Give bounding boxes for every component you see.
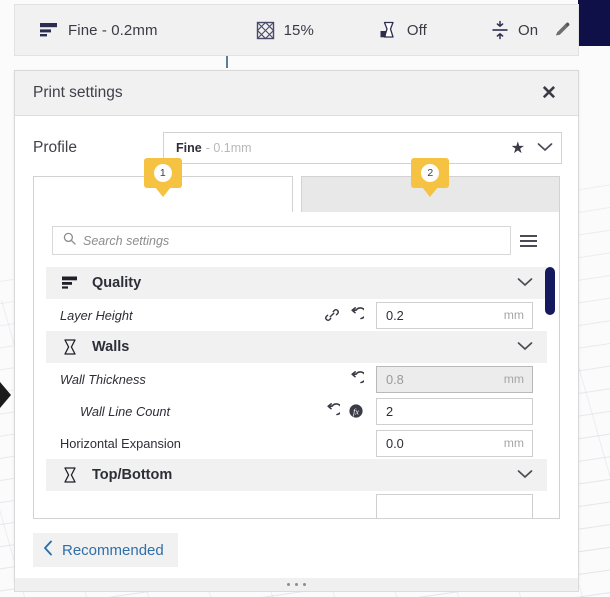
link-icon[interactable]: [324, 307, 340, 323]
setting-horizontal-expansion: Horizontal Expansion 0.0 mm: [46, 427, 547, 459]
resize-dot: [295, 583, 298, 586]
revert-icon[interactable]: [348, 371, 364, 387]
edit-settings-button[interactable]: [546, 5, 578, 55]
page-title: Print settings: [33, 84, 123, 101]
profile-value-sub: - 0.1mm: [205, 141, 252, 155]
setting-value: 0.2: [386, 307, 404, 323]
setting-label: Wall Line Count: [80, 403, 171, 419]
toolbar-label-infill: 15%: [283, 21, 314, 39]
setting-value: 2: [386, 403, 394, 419]
setting-value-input[interactable]: 0.2 mm: [376, 301, 533, 329]
tab-badge-pin: 2: [411, 158, 450, 188]
section-top-bottom[interactable]: Top/Bottom: [46, 459, 547, 491]
section-title: Quality: [92, 275, 142, 291]
setting-row-icons: fx: [324, 403, 364, 419]
profile-label: Profile: [33, 139, 77, 156]
tab-custom[interactable]: 1: [33, 158, 293, 212]
section-title: Walls: [92, 339, 130, 355]
settings-tabs: 12: [15, 158, 578, 212]
collapse-left-arrow-icon[interactable]: [0, 382, 11, 408]
recommended-button[interactable]: Recommended: [33, 533, 178, 567]
setting-value-input: 0.8 mm: [376, 365, 533, 393]
panel-footer: Recommended: [15, 519, 578, 581]
section-quality[interactable]: Quality: [46, 267, 547, 299]
setting-unit: mm: [503, 372, 524, 386]
viewport-corner-block: [578, 0, 610, 46]
settings-scrollbar[interactable]: [545, 267, 555, 518]
setting-label: Wall Thickness: [60, 371, 146, 387]
profile-value-name: Fine: [176, 141, 202, 155]
setting-label: Layer Height: [60, 307, 133, 323]
search-placeholder: Search settings: [83, 233, 170, 248]
infill-icon: [256, 21, 275, 40]
setting-value-input-partial: [376, 493, 533, 518]
toolbar-item-support[interactable]: Off: [370, 5, 435, 55]
search-input[interactable]: Search settings: [52, 226, 511, 255]
hamburger-icon[interactable]: [511, 226, 545, 255]
setting-layer-height: Layer Height 0.2 mm: [46, 299, 547, 331]
resize-dot: [287, 583, 290, 586]
setting-unit: mm: [503, 308, 524, 322]
quality-icon: [60, 273, 80, 293]
chevron-down-icon[interactable]: [517, 466, 533, 484]
tab-badge-number: 1: [153, 164, 172, 182]
section-walls[interactable]: Walls: [46, 331, 547, 363]
tab-badge-pin: 1: [143, 158, 182, 188]
chevron-down-icon[interactable]: [537, 139, 553, 157]
toolbar-label-layer-height: Fine - 0.2mm: [68, 21, 158, 39]
tab-second[interactable]: 2: [300, 158, 560, 212]
panel-header: Print settings ✕: [15, 71, 578, 116]
print-setup-toolbar[interactable]: Fine - 0.2mm 15% Off On: [14, 4, 579, 56]
setting-row-icons: [348, 371, 364, 387]
setting-list: Quality Layer Height 0.2 mm Walls Wall Thickn…: [34, 267, 559, 518]
setting-wall-thickness: Wall Thickness 0.8 mm: [46, 363, 547, 395]
toolbar-item-infill[interactable]: 15%: [248, 5, 322, 55]
setting-value-input[interactable]: 0.0 mm: [376, 429, 533, 457]
support-icon: [378, 20, 398, 40]
setting-value: 0.0: [386, 435, 404, 451]
print-settings-panel: Print settings ✕ Profile Fine - 0.1mm ★ …: [14, 70, 579, 582]
recommended-label: Recommended: [62, 541, 164, 559]
setting-label: Horizontal Expansion: [60, 435, 181, 451]
pencil-icon: [553, 21, 571, 39]
close-icon[interactable]: ✕: [536, 80, 562, 106]
formula-icon[interactable]: fx: [348, 403, 364, 419]
adhesion-icon: [491, 20, 509, 40]
revert-icon[interactable]: [324, 403, 340, 419]
toolbar-item-layer-height[interactable]: Fine - 0.2mm: [31, 5, 166, 55]
profile-selector[interactable]: Fine - 0.1mm ★: [163, 132, 562, 164]
left-panel-strip: [0, 330, 14, 560]
search-row: Search settings: [34, 212, 559, 267]
settings-body: Search settings Quality Layer Height 0.2 mm…: [33, 212, 560, 519]
chevron-down-icon[interactable]: [517, 338, 533, 356]
chevron-left-icon: [43, 540, 53, 560]
setting-unit: mm: [503, 436, 524, 450]
toolbar-connector-tick: [226, 56, 228, 68]
top-bottom-icon: [60, 465, 80, 485]
svg-text:fx: fx: [353, 407, 359, 416]
star-icon[interactable]: ★: [511, 138, 525, 158]
layer-height-icon: [39, 21, 59, 39]
toolbar-item-adhesion[interactable]: On: [483, 5, 546, 55]
setting-row-partial: [46, 491, 547, 518]
setting-value: 0.8: [386, 371, 404, 387]
chevron-down-icon[interactable]: [517, 274, 533, 292]
panel-resize-handle[interactable]: [14, 578, 579, 592]
revert-icon[interactable]: [348, 307, 364, 323]
scrollbar-thumb[interactable]: [545, 267, 555, 315]
search-icon: [63, 232, 76, 250]
tab-badge-number: 2: [421, 164, 440, 182]
walls-icon: [60, 337, 80, 357]
toolbar-label-support: Off: [406, 21, 427, 39]
section-title: Top/Bottom: [92, 467, 173, 483]
cura-print-settings-screen: Fine - 0.2mm 15% Off On Print settings ✕…: [0, 0, 610, 597]
toolbar-label-adhesion: On: [517, 21, 539, 39]
setting-row-icons: [324, 307, 364, 323]
profile-row: Profile Fine - 0.1mm ★: [15, 116, 578, 176]
setting-value-input[interactable]: 2: [376, 397, 533, 425]
setting-wall-line-count: Wall Line Count fx 2: [46, 395, 547, 427]
resize-dot: [303, 583, 306, 586]
